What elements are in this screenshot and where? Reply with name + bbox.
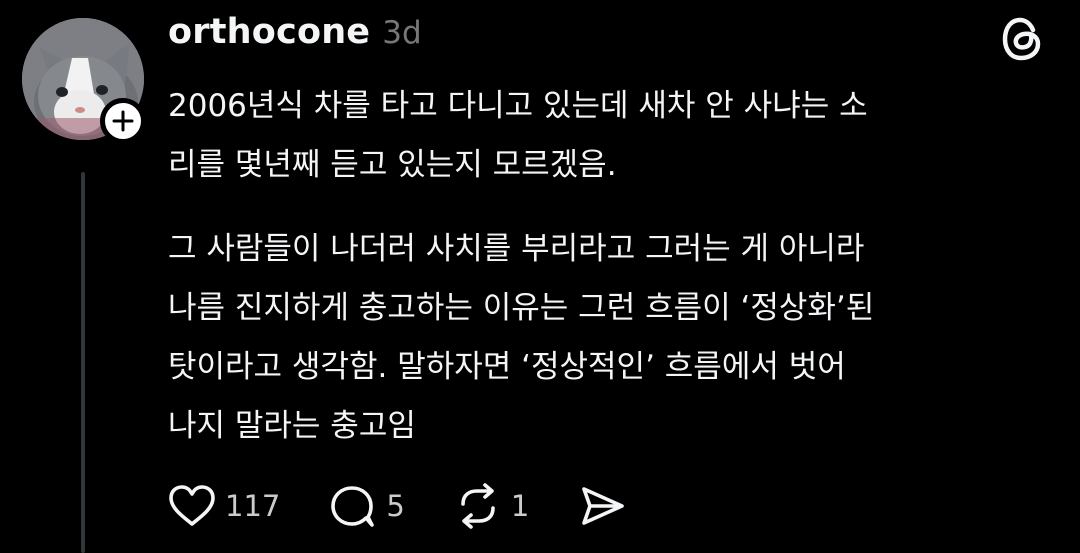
- reply-count: 5: [386, 489, 405, 523]
- share-button[interactable]: [575, 482, 629, 530]
- follow-button[interactable]: [100, 98, 146, 144]
- threads-logo-icon[interactable]: [1000, 16, 1044, 62]
- heart-icon: [169, 485, 215, 526]
- text-line: 리를 몇년째 듣고 있는지 모르겠음.: [168, 147, 617, 183]
- post-header: orthocone 3d: [168, 12, 422, 64]
- text-line: 나지 말라는 충고임: [168, 408, 416, 444]
- repost-count: 1: [510, 489, 530, 523]
- text-line: 2006년식 차를 타고 다니고 있는데 새차 안 사냐는 소: [168, 88, 868, 124]
- paragraph: 그 사람들이 나더러 사치를 부리라고 그러는 게 아니라 나름 진지하게 충고…: [168, 220, 1048, 456]
- send-icon: [582, 487, 625, 525]
- like-button[interactable]: 117: [165, 482, 280, 530]
- text-line: 그 사람들이 나더러 사치를 부리라고 그러는 게 아니라: [168, 231, 865, 267]
- repost-button[interactable]: 1: [451, 482, 529, 530]
- repost-icon: [461, 483, 495, 529]
- plus-icon: [112, 110, 134, 132]
- action-bar: 117 5 1: [165, 478, 675, 534]
- thread-line: [81, 172, 85, 553]
- reply-button[interactable]: 5: [326, 482, 405, 530]
- text-line: 나름 진지하게 충고하는 이유는 그런 흐름이 ‘정상화’된: [168, 290, 875, 326]
- paragraph: 2006년식 차를 타고 다니고 있는데 새차 안 사냐는 소 리를 몇년째 듣…: [168, 77, 1048, 195]
- username[interactable]: orthocone: [168, 12, 370, 52]
- like-count: 117: [225, 489, 281, 523]
- timestamp: 3d: [382, 15, 422, 51]
- text-line: 탓이라고 생각함. 말하자면 ‘정상적인’ 흐름에서 벗어: [168, 349, 846, 385]
- comment-icon: [331, 486, 375, 527]
- post-body: 2006년식 차를 타고 다니고 있는데 새차 안 사냐는 소 리를 몇년째 듣…: [168, 77, 1048, 456]
